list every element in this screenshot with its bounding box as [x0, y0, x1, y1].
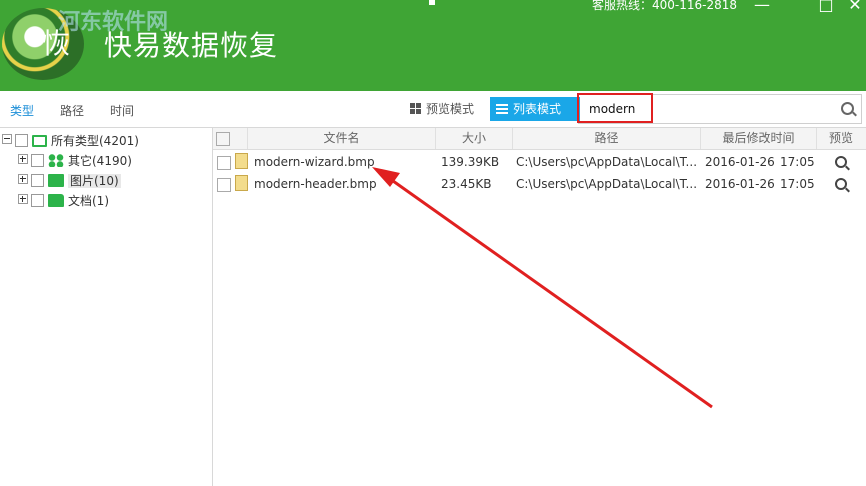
checkbox[interactable]	[31, 194, 44, 207]
tree-item-all[interactable]: 所有类型(4201)	[2, 132, 139, 150]
preview-search-icon[interactable]	[835, 156, 847, 168]
bmp-file-icon	[235, 153, 248, 169]
grid-icon	[410, 103, 421, 114]
file-date: 2016-01-26	[705, 177, 775, 191]
tree-item-documents[interactable]: 文档(1)	[18, 192, 109, 210]
row-checkbox[interactable]	[217, 178, 231, 192]
tab-time[interactable]: 时间	[110, 102, 134, 119]
tab-type[interactable]: 类型	[10, 102, 34, 119]
arrow-shaft	[385, 174, 713, 409]
col-preview: 预览	[828, 131, 853, 145]
preview-mode-label: 预览模式	[426, 102, 475, 116]
row-checkbox[interactable]	[217, 156, 231, 170]
file-name: modern-header.bmp	[254, 177, 377, 191]
maximize-button[interactable]: □	[816, 0, 836, 14]
col-size[interactable]: 大小	[436, 128, 513, 149]
file-name: modern-wizard.bmp	[254, 155, 375, 169]
image-icon	[48, 174, 64, 187]
list-mode-button[interactable]: 列表模式	[490, 97, 580, 121]
checkbox[interactable]	[15, 134, 28, 147]
table-row[interactable]: modern-wizard.bmp 139.39KB C:\Users\pc\A…	[213, 151, 866, 173]
expand-icon[interactable]	[18, 154, 28, 164]
folder-icon	[48, 194, 64, 207]
app-header: 恢 河东软件网 快易数据恢复 客服热线：400-116-2818 — □ ✕	[0, 0, 866, 91]
search-icon[interactable]	[841, 102, 854, 115]
tree-item-label: 其它(4190)	[68, 154, 132, 168]
table-row[interactable]: modern-header.bmp 23.45KB C:\Users\pc\Ap…	[213, 173, 866, 195]
expand-icon[interactable]	[18, 174, 28, 184]
expand-icon[interactable]	[18, 194, 28, 204]
other-files-icon	[48, 154, 64, 167]
toolbar: 类型 路径 时间 预览模式 列表模式	[0, 91, 866, 128]
select-all-cell	[213, 128, 248, 149]
file-size: 23.45KB	[441, 177, 492, 191]
list-mode-label: 列表模式	[513, 102, 562, 116]
close-button[interactable]: ✕	[845, 0, 865, 14]
app-title: 快易数据恢复	[104, 29, 279, 62]
file-time: 17:05	[780, 155, 815, 169]
tree-item-other[interactable]: 其它(4190)	[18, 152, 132, 170]
select-all-checkbox[interactable]	[216, 132, 230, 146]
file-name-cell: modern-header.bmp	[235, 173, 377, 195]
file-name-cell: modern-wizard.bmp	[235, 151, 375, 173]
file-size: 139.39KB	[441, 155, 500, 169]
checkbox[interactable]	[31, 154, 44, 167]
hotline-text: 客服热线：400-116-2818	[592, 0, 738, 12]
computer-icon	[32, 135, 47, 147]
bmp-file-icon	[235, 175, 248, 191]
col-path[interactable]: 路径	[513, 128, 701, 149]
tree-item-label: 所有类型(4201)	[51, 134, 139, 148]
file-date: 2016-01-26	[705, 155, 775, 169]
category-tree: 所有类型(4201) 其它(4190) 图片(10) 文档(1)	[0, 128, 213, 486]
col-modified[interactable]: 最后修改时间	[701, 128, 817, 149]
file-time: 17:05	[780, 177, 815, 191]
file-path: C:\Users\pc\AppData\Local\T...	[516, 177, 698, 191]
collapse-icon[interactable]	[2, 134, 12, 144]
tree-item-label: 文档(1)	[68, 194, 109, 208]
col-filename[interactable]: 文件名	[248, 128, 436, 149]
tree-item-images[interactable]: 图片(10)	[18, 172, 121, 190]
cursor-mark	[429, 0, 435, 5]
file-path: C:\Users\pc\AppData\Local\T...	[516, 155, 698, 169]
table-header: 文件名 大小 路径 最后修改时间 预览	[213, 128, 866, 150]
checkbox[interactable]	[31, 174, 44, 187]
tree-item-label: 图片(10)	[68, 174, 121, 188]
preview-mode-button[interactable]: 预览模式	[404, 97, 496, 121]
tab-path[interactable]: 路径	[60, 102, 84, 119]
list-icon	[496, 104, 508, 114]
search-highlight-box	[577, 93, 653, 123]
preview-search-icon[interactable]	[835, 178, 847, 190]
minimize-button[interactable]: —	[752, 0, 772, 14]
